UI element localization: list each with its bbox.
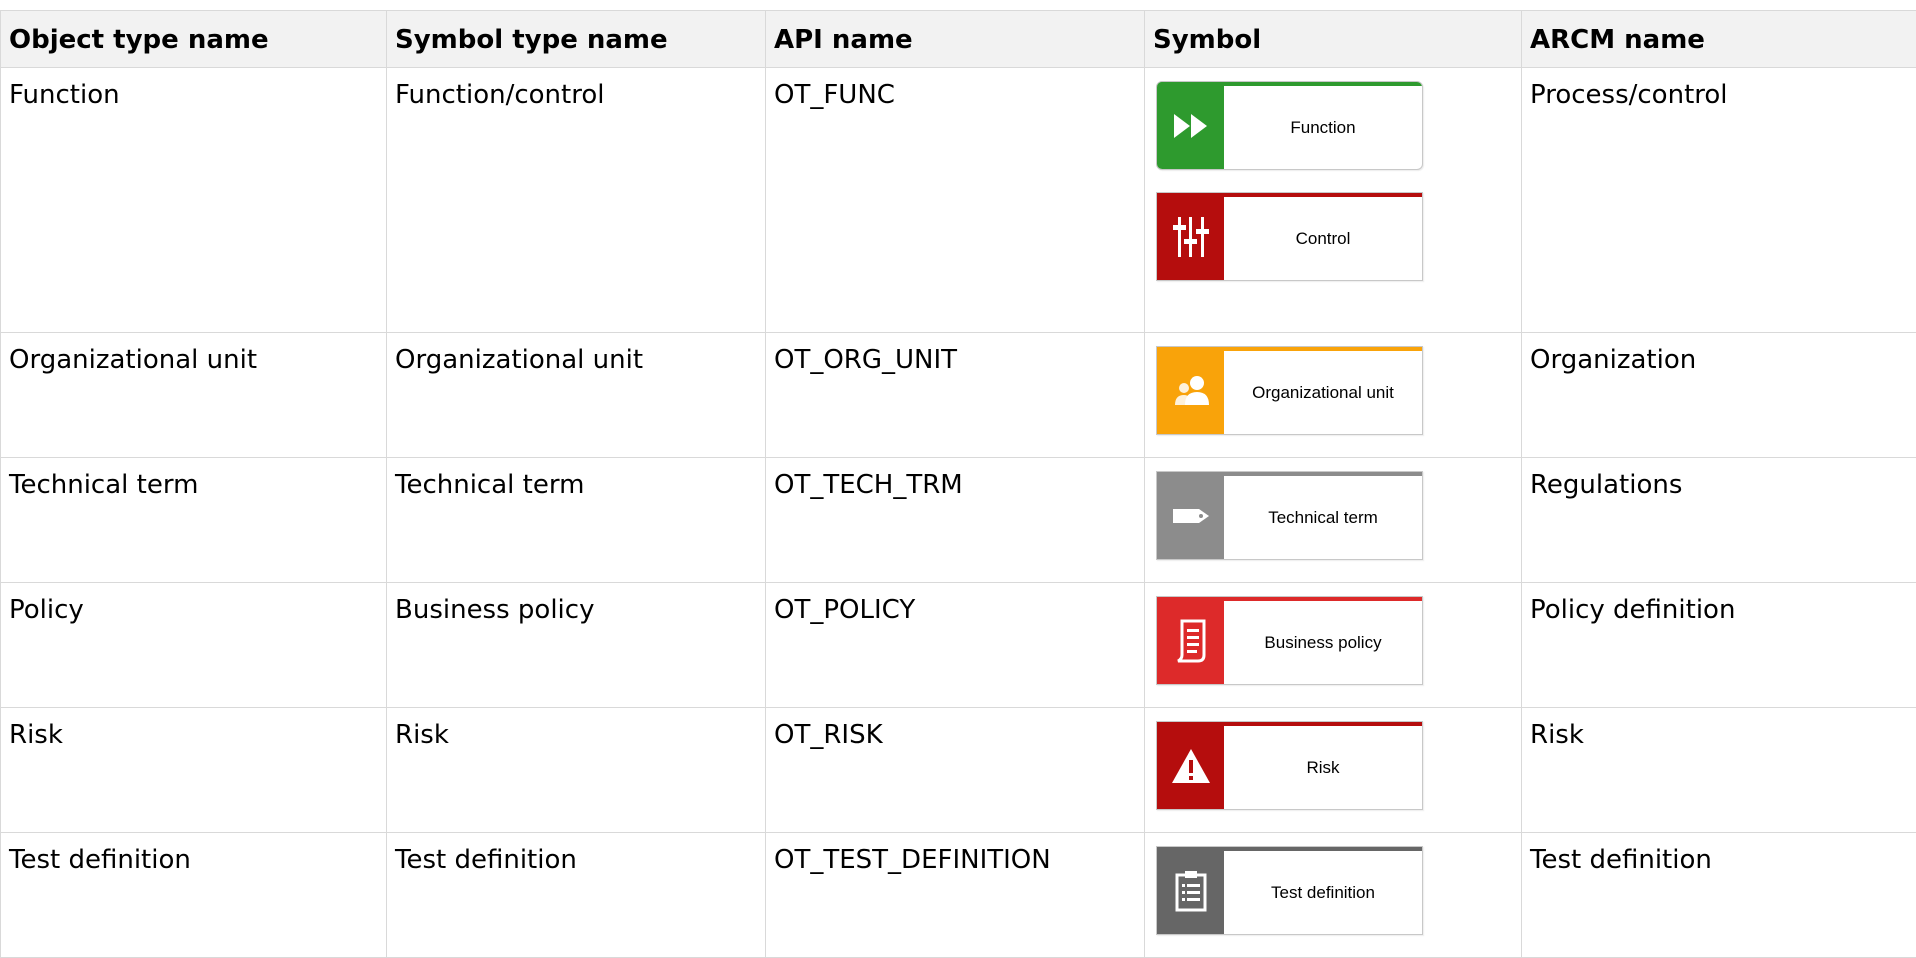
table-row: Policy Business policy OT_POLICY Busines… bbox=[1, 583, 1916, 708]
object-type-cell: Test definition bbox=[1, 833, 387, 958]
people-icon bbox=[1157, 347, 1224, 434]
arcm-name-cell: Organization bbox=[1522, 333, 1916, 458]
test-definition-symbol: Test definition bbox=[1156, 846, 1423, 935]
symbol-type-cell: Risk bbox=[387, 708, 766, 833]
symbol-type-cell: Function/control bbox=[387, 68, 766, 333]
symbol-label: Technical term bbox=[1224, 472, 1422, 559]
api-name-cell: OT_POLICY bbox=[766, 583, 1145, 708]
api-name-cell: OT_TEST_DEFINITION bbox=[766, 833, 1145, 958]
symbol-cell: Risk bbox=[1145, 708, 1522, 833]
api-name-cell: OT_FUNC bbox=[766, 68, 1145, 333]
object-type-cell: Function bbox=[1, 68, 387, 333]
arcm-name-cell: Process/control bbox=[1522, 68, 1916, 333]
header-api-name: API name bbox=[766, 11, 1145, 68]
symbol-label: Risk bbox=[1224, 722, 1422, 809]
header-object-type-name: Object type name bbox=[1, 11, 387, 68]
table-row: Function Function/control OT_FUNC Functi… bbox=[1, 68, 1916, 333]
table-header-row: Object type name Symbol type name API na… bbox=[1, 11, 1916, 68]
organizational-unit-symbol: Organizational unit bbox=[1156, 346, 1423, 435]
sliders-icon bbox=[1157, 193, 1224, 280]
header-symbol: Symbol bbox=[1145, 11, 1522, 68]
object-type-table: Object type name Symbol type name API na… bbox=[0, 10, 1916, 958]
symbol-type-cell: Technical term bbox=[387, 458, 766, 583]
object-type-cell: Risk bbox=[1, 708, 387, 833]
symbol-cell: Test definition bbox=[1145, 833, 1522, 958]
symbol-label: Organizational unit bbox=[1224, 347, 1422, 434]
scroll-icon bbox=[1157, 597, 1224, 684]
symbol-type-cell: Business policy bbox=[387, 583, 766, 708]
tag-icon bbox=[1157, 472, 1224, 559]
table-row: Risk Risk OT_RISK Risk Risk bbox=[1, 708, 1916, 833]
warning-icon bbox=[1157, 722, 1224, 809]
arcm-name-cell: Regulations bbox=[1522, 458, 1916, 583]
table-row: Technical term Technical term OT_TECH_TR… bbox=[1, 458, 1916, 583]
object-type-cell: Technical term bbox=[1, 458, 387, 583]
table-row: Organizational unit Organizational unit … bbox=[1, 333, 1916, 458]
function-symbol: Function bbox=[1156, 81, 1423, 170]
arcm-name-cell: Test definition bbox=[1522, 833, 1916, 958]
api-name-cell: OT_RISK bbox=[766, 708, 1145, 833]
symbol-label: Function bbox=[1224, 82, 1422, 169]
api-name-cell: OT_ORG_UNIT bbox=[766, 333, 1145, 458]
symbol-label: Business policy bbox=[1224, 597, 1422, 684]
arcm-name-cell: Policy definition bbox=[1522, 583, 1916, 708]
object-type-cell: Policy bbox=[1, 583, 387, 708]
header-arcm-name: ARCM name bbox=[1522, 11, 1916, 68]
risk-symbol: Risk bbox=[1156, 721, 1423, 810]
symbol-cell: Organizational unit bbox=[1145, 333, 1522, 458]
symbol-cell: Business policy bbox=[1145, 583, 1522, 708]
fast-forward-icon bbox=[1157, 82, 1224, 169]
object-type-cell: Organizational unit bbox=[1, 333, 387, 458]
table-row: Test definition Test definition OT_TEST_… bbox=[1, 833, 1916, 958]
symbol-type-cell: Organizational unit bbox=[387, 333, 766, 458]
symbol-label: Control bbox=[1224, 193, 1422, 280]
technical-term-symbol: Technical term bbox=[1156, 471, 1423, 560]
business-policy-symbol: Business policy bbox=[1156, 596, 1423, 685]
api-name-cell: OT_TECH_TRM bbox=[766, 458, 1145, 583]
symbol-cell: Function Control bbox=[1145, 68, 1522, 333]
symbol-label: Test definition bbox=[1224, 847, 1422, 934]
clipboard-icon bbox=[1157, 847, 1224, 934]
control-symbol: Control bbox=[1156, 192, 1423, 281]
symbol-type-cell: Test definition bbox=[387, 833, 766, 958]
arcm-name-cell: Risk bbox=[1522, 708, 1916, 833]
symbol-cell: Technical term bbox=[1145, 458, 1522, 583]
header-symbol-type-name: Symbol type name bbox=[387, 11, 766, 68]
